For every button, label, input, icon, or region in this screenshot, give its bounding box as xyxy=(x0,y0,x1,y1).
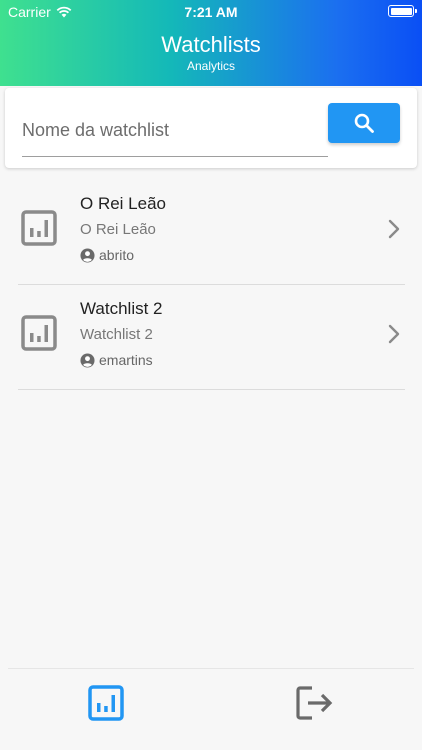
header-titles: Watchlists Analytics xyxy=(0,32,422,73)
chevron-right-icon xyxy=(388,324,400,344)
watchlist-title: O Rei Leão xyxy=(80,194,166,213)
watchlist-owner: abrito xyxy=(80,247,134,263)
watchlist-item[interactable]: O Rei Leão O Rei Leão abrito xyxy=(18,180,405,285)
watchlist-search-input[interactable] xyxy=(22,105,328,157)
app-header: Carrier 7:21 AM Watchlists Analytics xyxy=(0,0,422,86)
logout-icon xyxy=(296,686,333,720)
status-time: 7:21 AM xyxy=(184,4,238,20)
chevron-right-icon xyxy=(388,219,400,239)
watchlist-owner-name: abrito xyxy=(99,247,135,263)
account-circle-icon xyxy=(80,247,95,263)
search-icon xyxy=(354,113,374,133)
nav-logout[interactable] xyxy=(296,683,336,723)
search-card xyxy=(5,88,417,168)
battery-icon xyxy=(388,5,417,17)
nav-watchlists[interactable] xyxy=(86,683,126,723)
watchlist-owner-name: emartins xyxy=(99,352,153,368)
analytics-icon xyxy=(21,315,57,351)
watchlist-subtitle: Watchlist 2 xyxy=(80,326,153,343)
account-circle-icon xyxy=(80,352,95,368)
watchlist-owner: emartins xyxy=(80,352,153,368)
bottom-nav xyxy=(8,668,414,750)
page-title: Watchlists xyxy=(161,32,261,57)
watchlist-subtitle: O Rei Leão xyxy=(80,221,156,238)
analytics-icon xyxy=(88,685,124,721)
search-button[interactable] xyxy=(328,103,400,143)
page-subtitle: Analytics xyxy=(186,59,236,73)
watchlist-list: O Rei Leão O Rei Leão abrito Watchlist 2… xyxy=(18,180,405,390)
status-bar: Carrier 7:21 AM xyxy=(0,0,422,24)
analytics-icon xyxy=(21,210,57,246)
watchlist-title: Watchlist 2 xyxy=(80,299,163,318)
watchlist-item[interactable]: Watchlist 2 Watchlist 2 emartins xyxy=(18,285,405,390)
